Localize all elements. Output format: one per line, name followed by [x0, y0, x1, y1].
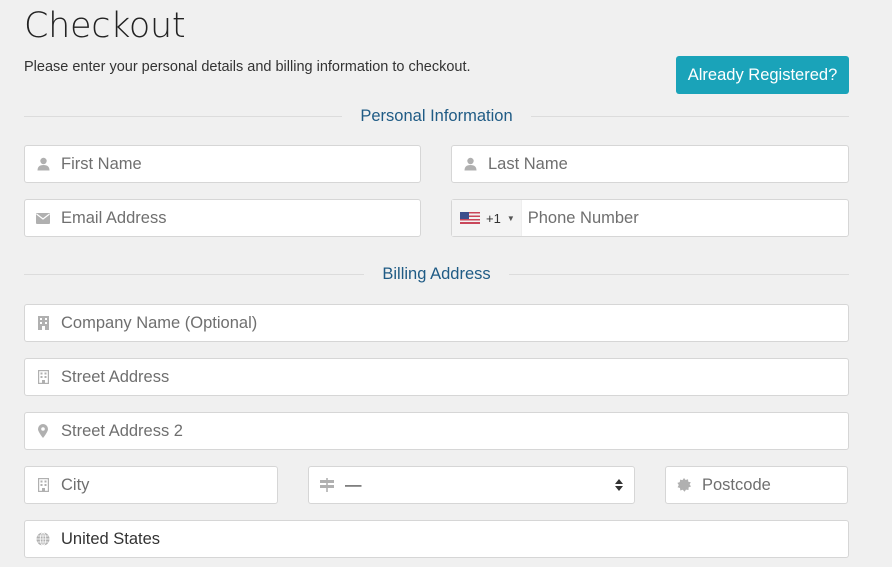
state-value: — — [345, 475, 362, 494]
section-heading: Personal Information — [360, 106, 513, 125]
divider-line — [24, 115, 343, 117]
building-outline-icon — [25, 478, 61, 492]
personal-information-divider: Personal Information — [24, 106, 849, 126]
billing-address-divider: Billing Address — [24, 264, 850, 284]
envelope-icon — [25, 212, 61, 224]
postcode-field[interactable] — [665, 466, 892, 504]
divider-line — [24, 273, 365, 275]
country-value: United States — [61, 529, 161, 548]
building-icon — [25, 316, 61, 330]
last-name-field[interactable] — [451, 145, 849, 183]
map-marker-icon — [25, 424, 61, 438]
country-code: +1 — [486, 210, 501, 226]
country-code-dropdown[interactable]: +1 ▼ — [452, 200, 522, 236]
page-title: Checkout — [24, 6, 186, 46]
city-field[interactable] — [24, 466, 281, 504]
street-address-2-field[interactable] — [24, 412, 849, 450]
select-arrows-icon — [604, 479, 634, 491]
caret-down-icon: ▼ — [506, 213, 515, 223]
email-input[interactable] — [61, 200, 420, 236]
section-heading: Billing Address — [382, 264, 491, 283]
us-flag-icon — [460, 212, 480, 224]
user-icon — [25, 157, 61, 171]
building-outline-icon — [25, 370, 61, 384]
globe-icon — [25, 532, 61, 546]
last-name-input[interactable] — [488, 146, 848, 182]
first-name-field[interactable] — [24, 145, 421, 183]
page-subtitle: Please enter your personal details and b… — [24, 59, 471, 75]
divider-line — [508, 273, 850, 275]
company-name-input[interactable] — [61, 305, 848, 341]
first-name-input[interactable] — [61, 146, 420, 182]
certificate-icon — [666, 478, 702, 492]
postcode-input[interactable] — [702, 467, 892, 503]
user-icon — [452, 157, 488, 171]
street-address-2-input[interactable] — [61, 413, 848, 449]
street-address-input[interactable] — [61, 359, 848, 395]
phone-field[interactable]: +1 ▼ — [451, 199, 849, 237]
divider-line — [530, 115, 849, 117]
email-field[interactable] — [24, 199, 421, 237]
company-name-field[interactable] — [24, 304, 849, 342]
phone-input[interactable] — [521, 200, 848, 236]
street-address-field[interactable] — [24, 358, 849, 396]
city-input[interactable] — [61, 467, 281, 503]
already-registered-button[interactable]: Already Registered? — [676, 56, 849, 94]
signpost-icon — [309, 478, 345, 492]
country-select[interactable]: United States — [24, 520, 849, 558]
state-select[interactable]: — — [308, 466, 635, 504]
